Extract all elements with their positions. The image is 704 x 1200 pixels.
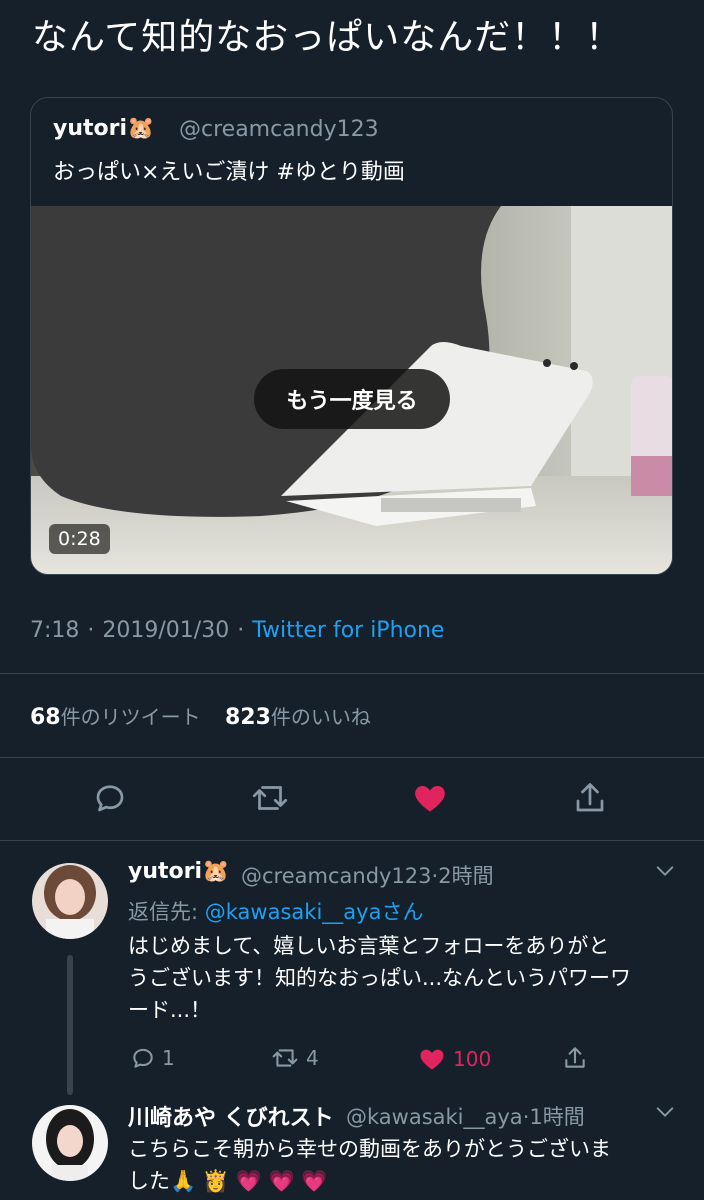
share-icon — [565, 1047, 585, 1068]
reply-body-line: こちらこそ朝から幸せの動画をありがとうございま — [128, 1137, 611, 1161]
replay-button[interactable]: もう一度見る — [254, 369, 450, 429]
reply-author-handle: @creamcandy123 — [241, 864, 432, 888]
tweet-meta: 7:18 · 2019/01/30 · Twitter for iPhone — [30, 618, 444, 643]
reply-handle-time: @kawasaki__aya·1時間 — [346, 1101, 585, 1131]
avatar-image — [32, 1105, 108, 1181]
tweet-date: 2019/01/30 — [102, 618, 230, 643]
replying-to-prefix: 返信先: — [128, 900, 205, 924]
divider — [0, 673, 704, 674]
tweet-stats: 68件のリツイート 823件のいいね — [30, 701, 371, 730]
share-button[interactable] — [568, 776, 612, 820]
reply-body-line: ード...！ — [128, 998, 212, 1022]
reply-icon — [96, 785, 124, 812]
avatar-image — [32, 863, 108, 939]
heart-icon — [420, 1049, 444, 1070]
chevron-down-icon — [656, 866, 674, 876]
reply-like-count: 100 — [453, 1047, 492, 1071]
heart-icon — [415, 786, 445, 812]
reply-like-button[interactable]: 100 — [417, 1045, 491, 1073]
reply-retweet-button[interactable]: 4 — [270, 1045, 319, 1071]
reply-body: こちらこそ朝から幸せの動画をありがとうございま した🙏 👸 💗 💗 💗 — [128, 1133, 611, 1197]
avatar[interactable] — [32, 1105, 108, 1181]
tweet-menu-button[interactable] — [652, 1101, 678, 1127]
tweet-source-link[interactable]: Twitter for iPhone — [252, 618, 444, 643]
reply-body: はじめまして、嬉しいお言葉とフォローをありがと うございます！知的なおっぱい..… — [128, 930, 631, 1026]
divider — [0, 840, 704, 841]
reply-body-line: うございます！知的なおっぱい...なんというパワーワ — [128, 966, 632, 990]
avatar[interactable] — [32, 863, 108, 939]
replying-to-handle[interactable]: @kawasaki__aya — [205, 900, 382, 924]
reply-author-handle: @kawasaki__aya — [346, 1105, 523, 1129]
like-button[interactable] — [408, 776, 452, 820]
reply-reply-count: 1 — [162, 1046, 175, 1070]
retweet-count: 68 — [30, 705, 61, 730]
retweet-button[interactable] — [248, 776, 292, 820]
tweet-menu-button[interactable] — [652, 860, 678, 886]
thread-line — [67, 955, 73, 1095]
reply-handle-time: @creamcandy123·2時間 — [241, 860, 494, 890]
quoted-author-handle: @creamcandy123 — [179, 117, 379, 142]
likes-stat[interactable]: 823件のいいね — [224, 705, 371, 730]
meta-separator: · — [87, 618, 95, 643]
video-duration: 0:28 — [49, 524, 110, 554]
reply-reply-button[interactable]: 1 — [130, 1045, 175, 1071]
reply-retweet-count: 4 — [306, 1046, 319, 1070]
retweet-icon — [252, 786, 288, 810]
divider — [0, 757, 704, 758]
retweet-icon — [272, 1049, 298, 1067]
like-count-label: 件のいいね — [270, 705, 371, 729]
reply-button[interactable] — [88, 776, 132, 820]
reply-body-line: はじめまして、嬉しいお言葉とフォローをありがと — [128, 934, 610, 958]
video-player[interactable]: もう一度見る 0:28 — [31, 206, 672, 574]
reply-body-line: した🙏 👸 💗 💗 💗 — [128, 1169, 328, 1193]
replying-to-suffix: さん — [381, 900, 424, 924]
tweet-time: 7:18 — [30, 618, 80, 643]
meta-separator: · — [237, 618, 245, 643]
reply-share-button[interactable] — [562, 1045, 588, 1071]
retweets-stat[interactable]: 68件のリツイート — [30, 705, 201, 730]
reply-timestamp: ·1時間 — [522, 1105, 585, 1129]
quoted-tweet-text: おっぱい×えいご漬け #ゆとり動画 — [53, 160, 405, 185]
tweet-text: なんて知的なおっぱいなんだ！！！ — [32, 17, 623, 58]
quoted-tweet-card[interactable]: yutori🐹 @creamcandy123 おっぱい×えいご漬け #ゆとり動画 — [30, 97, 673, 575]
reply-author-name[interactable]: 川崎あや くびれスト — [128, 1100, 334, 1132]
retweet-count-label: 件のリツイート — [60, 705, 201, 729]
reply-author-name[interactable]: yutori🐹 — [128, 859, 229, 884]
replying-to: 返信先: @kawasaki__ayaさん — [128, 896, 423, 926]
like-count: 823 — [224, 705, 271, 730]
reply-icon — [133, 1048, 153, 1068]
reply-timestamp: ·2時間 — [431, 864, 494, 888]
chevron-down-icon — [656, 1107, 674, 1117]
share-icon — [576, 783, 604, 812]
quoted-author-name: yutori🐹 — [53, 116, 155, 141]
